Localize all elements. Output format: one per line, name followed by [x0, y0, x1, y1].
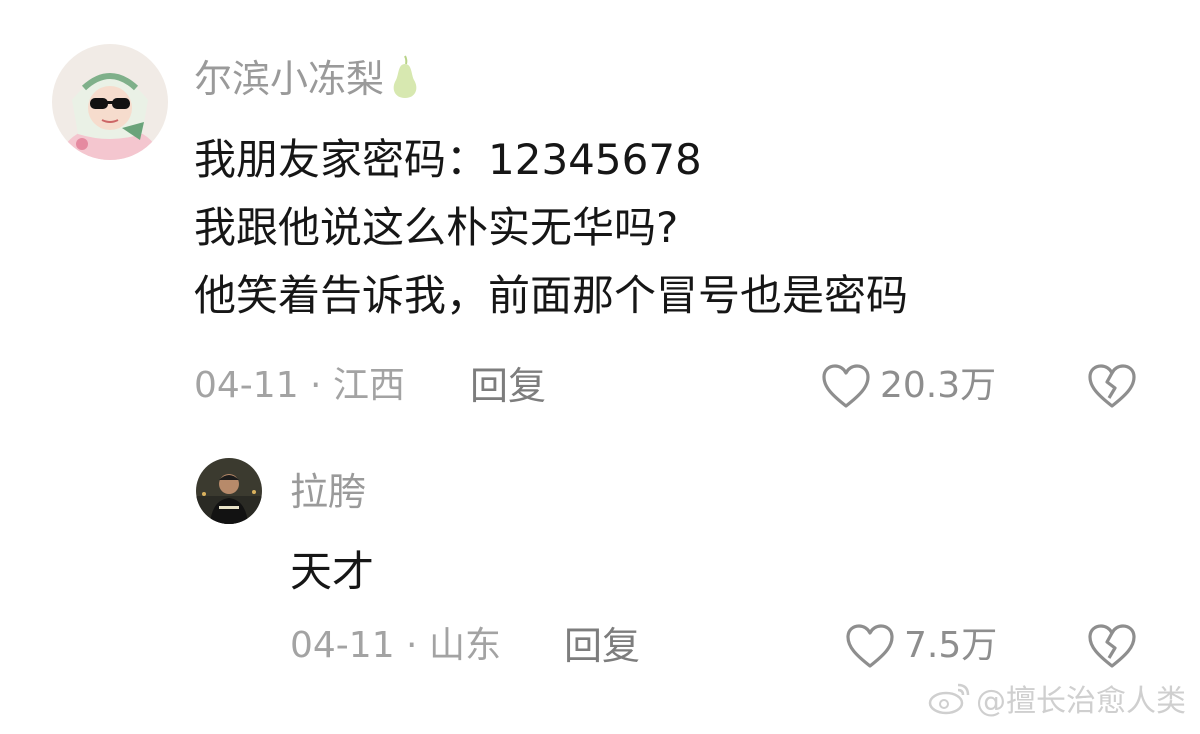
heart-outline-icon: [820, 362, 872, 410]
dislike-button[interactable]: [1086, 622, 1138, 670]
heart-outline-icon: [844, 622, 896, 670]
like-count: 20.3万: [880, 365, 997, 406]
weibo-icon: [928, 679, 972, 724]
like-button[interactable]: 20.3万: [820, 362, 996, 410]
comment-meta: 04-11 · 江西: [194, 365, 405, 406]
like-button[interactable]: 7.5万: [844, 622, 997, 670]
broken-heart-icon: [1086, 362, 1138, 410]
comment-username[interactable]: 尔滨小冻梨: [194, 54, 422, 103]
reply-username[interactable]: 拉胯: [290, 468, 366, 516]
watermark: @擅长治愈人类: [928, 679, 1186, 724]
dislike-button[interactable]: [1086, 362, 1138, 410]
like-count: 7.5万: [904, 625, 998, 666]
comment-text: 我朋友家密码：12345678 我跟他说这么朴实无华吗? 他笑着告诉我，前面那个…: [194, 126, 908, 330]
reply-text: 天才: [290, 547, 375, 596]
reply-meta: 04-11 · 山东: [290, 625, 501, 666]
pear-icon: [388, 54, 422, 100]
reply-button[interactable]: 回复: [470, 364, 546, 408]
avatar[interactable]: [52, 44, 168, 160]
reply-button[interactable]: 回复: [564, 624, 640, 668]
avatar[interactable]: [196, 458, 262, 524]
watermark-text: @擅长治愈人类: [976, 683, 1186, 719]
comment-line: 他笑着告诉我，前面那个冒号也是密码: [194, 271, 909, 320]
broken-heart-icon: [1086, 622, 1138, 670]
comment-line: 我朋友家密码：12345678: [194, 135, 702, 184]
comment-line: 我跟他说这么朴实无华吗?: [194, 203, 679, 252]
